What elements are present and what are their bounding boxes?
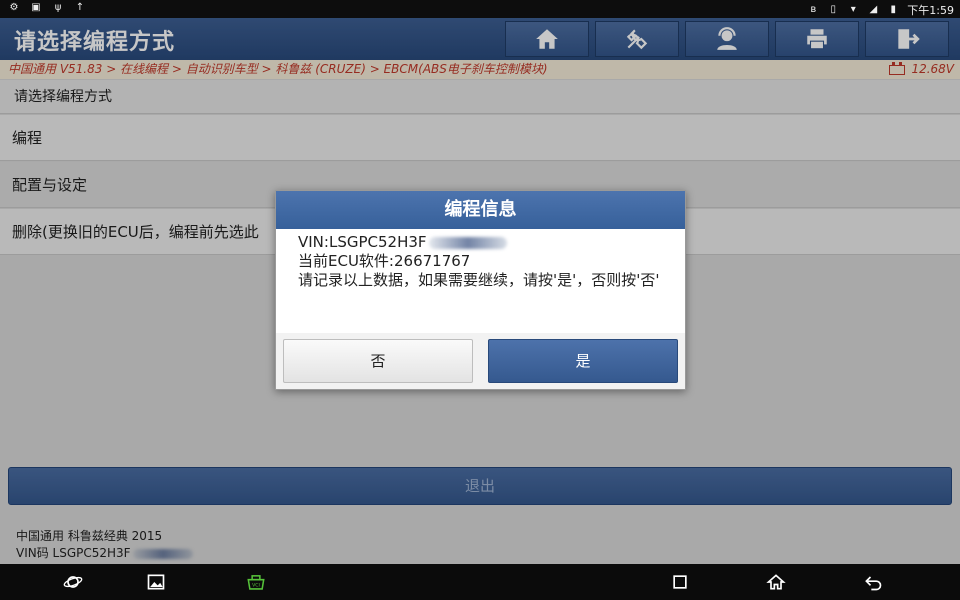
wifi-icon: ▾ (850, 4, 856, 15)
no-button[interactable]: 否 (283, 339, 473, 383)
dialog-vin: VIN:LSGPC52H3F (298, 233, 663, 252)
dialog-ecu-software: 当前ECU软件:26671767 (298, 252, 471, 270)
programming-info-dialog: 编程信息 VIN:LSGPC52H3F 当前ECU软件:26671767 请记录… (275, 190, 686, 390)
signal-icon: ◢ (869, 4, 878, 15)
image-icon: ▣ (31, 2, 41, 13)
dialog-body: VIN:LSGPC52H3F 当前ECU软件:26671767 请记录以上数据，… (276, 229, 685, 333)
bluetooth-icon: ʙ (810, 4, 817, 15)
recent-apps-icon[interactable] (669, 571, 691, 593)
dialog-title: 编程信息 (276, 191, 685, 229)
settings-icon: ⚙ (9, 2, 19, 13)
system-nav-bar: VCI (0, 564, 960, 600)
status-bar: ⚙ ▣ ψ ↑ ʙ ▯ ▾ ◢ ▮ 下午1:59 (0, 0, 960, 18)
status-time: 下午1:59 (907, 4, 954, 17)
back-icon[interactable] (862, 571, 884, 593)
upload-icon: ↑ (75, 2, 85, 13)
dialog-actions: 否 是 (276, 334, 685, 389)
svg-text:VCI: VCI (252, 583, 260, 589)
usb-icon: ψ (54, 2, 62, 13)
vibrate-icon: ▯ (830, 4, 837, 15)
dialog-message: 请记录以上数据，如果需要继续，请按'是'，否则按'否' (298, 271, 660, 289)
yes-button[interactable]: 是 (488, 339, 678, 383)
gallery-icon[interactable] (145, 571, 167, 593)
browser-icon[interactable] (62, 571, 84, 593)
vci-icon[interactable]: VCI (243, 571, 269, 593)
battery-icon: ▮ (890, 4, 897, 15)
nav-home-icon[interactable] (765, 571, 787, 593)
